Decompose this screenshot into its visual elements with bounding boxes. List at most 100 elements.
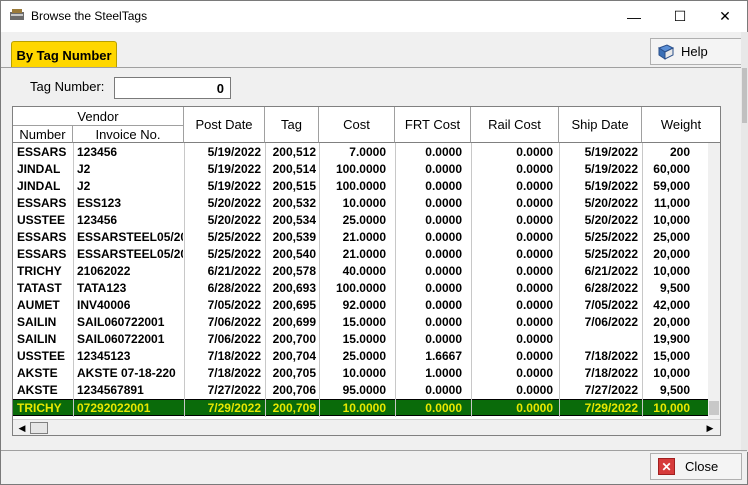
cell-tag: 200,706 bbox=[272, 383, 316, 397]
cell-tag: 200,700 bbox=[272, 332, 316, 346]
cell-frt-cost: 0.0000 bbox=[425, 247, 462, 261]
table-row[interactable]: TRICHY 21062022 6/21/2022 200,578 40.0000 0.0… bbox=[13, 263, 720, 280]
table-row[interactable]: SAILIN SAIL060722001 7/06/2022 200,699 15.00… bbox=[13, 314, 720, 331]
table-row[interactable]: SAILIN SAIL060722001 7/06/2022 200,700 15.00… bbox=[13, 331, 720, 348]
table-row[interactable]: ESSARS ESSARSTEEL05/20 5/25/2022 200,539 21.… bbox=[13, 229, 720, 246]
cell-cost: 21.0000 bbox=[342, 247, 386, 261]
cell-ship-date: 6/28/2022 bbox=[584, 281, 638, 295]
table-row[interactable]: AKSTE AKSTE 07-18-220 7/18/2022 200,705 10.0… bbox=[13, 365, 720, 382]
column-divider bbox=[559, 143, 560, 417]
column-header-post-date[interactable]: Post Date bbox=[184, 107, 265, 143]
cell-invoice: TATA123 bbox=[77, 281, 127, 295]
column-header-invoice[interactable]: Invoice No. bbox=[73, 126, 184, 143]
cell-tag: 200,699 bbox=[272, 315, 316, 329]
window-scrollbar[interactable] bbox=[741, 32, 748, 452]
cell-number: SAILIN bbox=[17, 332, 57, 346]
cell-post-date: 5/19/2022 bbox=[207, 162, 261, 176]
window-scroll-thumb[interactable] bbox=[742, 68, 747, 123]
cell-tag: 200,515 bbox=[272, 179, 316, 193]
footer-divider bbox=[1, 450, 747, 451]
cell-post-date: 5/19/2022 bbox=[207, 145, 261, 159]
table-row[interactable]: JINDAL J2 5/19/2022 200,515 100.0000 0.0000 0.… bbox=[13, 178, 720, 195]
cell-invoice: ESS123 bbox=[77, 196, 122, 210]
cell-tag: 200,539 bbox=[272, 230, 316, 244]
cell-rail-cost: 0.0000 bbox=[516, 264, 553, 278]
cell-tag: 200,705 bbox=[272, 366, 316, 380]
cell-number: JINDAL bbox=[17, 179, 61, 193]
cell-invoice: SAIL060722001 bbox=[77, 332, 165, 346]
grid-vertical-scroll-thumb[interactable] bbox=[709, 401, 719, 415]
steeltags-grid[interactable]: Vendor Number Invoice No. Post Date Tag … bbox=[12, 106, 721, 436]
column-header-rail-cost[interactable]: Rail Cost bbox=[471, 107, 559, 143]
cell-weight: 19,900 bbox=[653, 332, 690, 346]
table-row[interactable]: AKSTE 1234567891 7/27/2022 200,706 95.0000 0.… bbox=[13, 382, 720, 399]
cell-weight: 59,000 bbox=[653, 179, 690, 193]
table-row[interactable]: TRICHY 07292022001 7/29/2022 200,709 10.0000… bbox=[13, 399, 720, 416]
cell-rail-cost: 0.0000 bbox=[516, 401, 553, 415]
column-header-frt-cost[interactable]: FRT Cost bbox=[395, 107, 471, 143]
column-divider bbox=[73, 143, 74, 417]
table-row[interactable]: USSTEE 12345123 7/18/2022 200,704 25.0000 1.6… bbox=[13, 348, 720, 365]
cell-invoice: 12345123 bbox=[77, 349, 131, 363]
close-window-button[interactable]: ✕ bbox=[702, 1, 748, 32]
cell-invoice: J2 bbox=[77, 179, 91, 193]
cell-rail-cost: 0.0000 bbox=[516, 213, 553, 227]
cell-number: ESSARS bbox=[17, 196, 67, 210]
cell-ship-date: 7/06/2022 bbox=[584, 315, 638, 329]
table-row[interactable]: JINDAL J2 5/19/2022 200,514 100.0000 0.0000 0.… bbox=[13, 161, 720, 178]
title-bar: Browse the SteelTags — ☐ ✕ bbox=[1, 1, 747, 32]
cell-weight: 20,000 bbox=[653, 247, 690, 261]
cell-tag: 200,514 bbox=[272, 162, 316, 176]
cell-weight: 25,000 bbox=[653, 230, 690, 244]
cell-post-date: 5/25/2022 bbox=[207, 230, 261, 244]
cell-post-date: 7/18/2022 bbox=[207, 366, 261, 380]
cell-ship-date: 6/21/2022 bbox=[584, 264, 638, 278]
maximize-button[interactable]: ☐ bbox=[657, 1, 703, 32]
cell-frt-cost: 0.0000 bbox=[425, 213, 462, 227]
cell-rail-cost: 0.0000 bbox=[516, 332, 553, 346]
cell-frt-cost: 0.0000 bbox=[425, 264, 462, 278]
cell-ship-date: 5/25/2022 bbox=[584, 247, 638, 261]
minimize-icon: — bbox=[627, 8, 641, 25]
close-button[interactable]: ✕ Close bbox=[650, 453, 742, 480]
cell-cost: 10.0000 bbox=[342, 366, 386, 380]
column-header-number[interactable]: Number bbox=[13, 126, 73, 143]
help-button[interactable]: Help bbox=[650, 38, 742, 65]
cell-number: SAILIN bbox=[17, 315, 57, 329]
column-header-cost[interactable]: Cost bbox=[319, 107, 395, 143]
column-header-ship-date[interactable]: Ship Date bbox=[559, 107, 642, 143]
scroll-right-arrow-icon[interactable]: ▶ bbox=[703, 421, 717, 435]
table-row[interactable]: ESSARS ESSARSTEEL05/20 5/25/2022 200,540 21.… bbox=[13, 246, 720, 263]
close-label: Close bbox=[685, 459, 719, 474]
cell-ship-date: 7/18/2022 bbox=[584, 349, 638, 363]
cell-post-date: 6/28/2022 bbox=[207, 281, 261, 295]
cell-post-date: 5/19/2022 bbox=[207, 179, 261, 193]
tab-by-tag-number[interactable]: By Tag Number bbox=[11, 41, 117, 68]
table-row[interactable]: USSTEE 123456 5/20/2022 200,534 25.0000 0.000… bbox=[13, 212, 720, 229]
cell-ship-date: 7/29/2022 bbox=[584, 401, 638, 415]
grid-horizontal-scroll-thumb[interactable] bbox=[30, 422, 48, 434]
table-row[interactable]: AUMET INV40006 7/05/2022 200,695 92.0000 0.00… bbox=[13, 297, 720, 314]
column-divider bbox=[184, 143, 185, 417]
table-row[interactable]: TATAST TATA123 6/28/2022 200,693 100.0000 0.0… bbox=[13, 280, 720, 297]
cell-post-date: 7/05/2022 bbox=[207, 298, 261, 312]
grid-horizontal-scrollbar[interactable]: ◀ ▶ bbox=[13, 419, 720, 435]
column-header-weight[interactable]: Weight bbox=[642, 107, 720, 143]
cell-tag: 200,534 bbox=[272, 213, 316, 227]
column-header-tag[interactable]: Tag bbox=[265, 107, 319, 143]
cell-invoice: ESSARSTEEL05/20 bbox=[77, 247, 183, 261]
cell-weight: 10,000 bbox=[653, 264, 690, 278]
grid-vertical-scrollbar[interactable] bbox=[708, 143, 720, 419]
scroll-left-arrow-icon[interactable]: ◀ bbox=[15, 421, 29, 435]
cell-weight: 10,000 bbox=[653, 401, 690, 415]
table-row[interactable]: ESSARS 123456 5/19/2022 200,512 7.0000 0.0000… bbox=[13, 144, 720, 161]
cell-ship-date: 7/18/2022 bbox=[584, 366, 638, 380]
tag-number-input[interactable]: 0 bbox=[114, 77, 231, 99]
cell-tag: 200,532 bbox=[272, 196, 316, 210]
table-row[interactable]: ESSARS ESS123 5/20/2022 200,532 10.0000 0.000… bbox=[13, 195, 720, 212]
cell-frt-cost: 0.0000 bbox=[425, 298, 462, 312]
cell-frt-cost: 0.0000 bbox=[425, 145, 462, 159]
cell-invoice: 21062022 bbox=[77, 264, 131, 278]
minimize-button[interactable]: — bbox=[611, 1, 657, 32]
column-divider bbox=[265, 143, 266, 417]
